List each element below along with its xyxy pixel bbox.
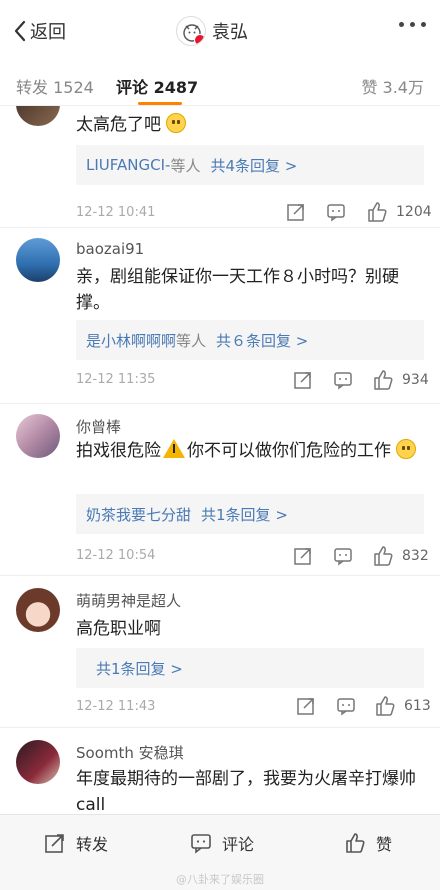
comment-item: Soomth 安稳琪 年度最期待的一部剧了，我要为火屠辛打爆帅call: [0, 728, 440, 814]
comment-item: 萌萌男神是超人 高危职业啊 共1条回复 > 12-12 11:43 613: [0, 576, 440, 728]
like-count: 934: [402, 372, 429, 388]
tab-reposts[interactable]: 转发 1524: [16, 74, 94, 98]
commenter-name[interactable]: 萌萌男神是超人: [76, 590, 181, 611]
watermark: @八卦来了娱乐圈: [0, 870, 440, 890]
reply-icon[interactable]: [336, 696, 356, 720]
commenter-avatar[interactable]: [16, 414, 60, 458]
share-icon[interactable]: [293, 546, 313, 570]
reply-summary[interactable]: 是小林啊啊啊 等人 共６条回复 >: [76, 320, 424, 360]
comment-item: 你曾棒 拍戏很危险 你不可以做你们危险的工作 奶茶我要七分甜 共1条回复 > 12-…: [0, 404, 440, 576]
reply-icon[interactable]: [333, 370, 353, 394]
more-options-icon[interactable]: [399, 22, 426, 27]
page-title: 袁弘: [212, 22, 248, 43]
tab-bar: 转发 1524 评论 2487 赞 3.4万: [0, 64, 440, 106]
comment-text: 亲，剧组能保证你一天工作８小时吗？别硬撑。: [76, 267, 399, 313]
comment-item: baozai91 亲，剧组能保证你一天工作８小时吗？别硬撑。 是小林啊啊啊 等人共…: [0, 228, 440, 404]
reply-icon[interactable]: [326, 202, 346, 226]
repost-label: 转发: [76, 835, 109, 854]
comment-text: 太高危了吧: [76, 112, 424, 138]
comment-label: 评论: [222, 835, 255, 854]
comment-icon: [191, 834, 211, 854]
commenter-name[interactable]: baozai91: [76, 240, 144, 258]
reply-summary[interactable]: 共1条回复 >: [76, 648, 424, 688]
profile-title[interactable]: 袁弘: [176, 16, 248, 46]
like-count: 832: [402, 548, 429, 564]
comment-time: 12-12 10:54: [76, 548, 156, 563]
share-icon[interactable]: [296, 696, 316, 720]
like-button[interactable]: 934: [372, 369, 429, 391]
like-label: 赞: [376, 835, 393, 854]
like-button[interactable]: 1204: [366, 201, 432, 223]
commenter-name[interactable]: 你曾棒: [76, 416, 121, 437]
commenter-avatar[interactable]: [16, 588, 60, 632]
repost-icon: [45, 834, 64, 853]
like-button[interactable]: 613: [374, 695, 431, 717]
top-nav-bar: 返回 袁弘: [0, 0, 440, 64]
back-label: 返回: [30, 22, 66, 43]
thumbs-up-icon: [376, 696, 395, 716]
emoji-icon: [396, 439, 417, 459]
commenter-avatar[interactable]: [16, 238, 60, 282]
like-button[interactable]: 832: [372, 545, 429, 567]
share-icon[interactable]: [286, 202, 306, 226]
bottom-action-bar: 转发 评论 赞: [0, 814, 440, 870]
thumbs-up-icon: [374, 370, 393, 390]
reply-summary[interactable]: LIUFANGCI- 等人 共4条回复 >: [76, 145, 424, 185]
comment-time: 12-12 11:35: [76, 372, 156, 387]
comment-text: 年度最期待的一部剧了，我要为火屠辛打爆帅call: [76, 769, 416, 814]
commenter-avatar[interactable]: [16, 106, 60, 126]
thumbs-up-icon: [374, 546, 393, 566]
commenter-name[interactable]: Soomth 安稳琪: [76, 742, 184, 763]
comment-button[interactable]: 评论: [190, 831, 254, 855]
chevron-left-icon: [14, 20, 26, 42]
comment-list[interactable]: 太高危了吧 LIUFANGCI- 等人 共4条回复 > 12-12 10:41 12…: [0, 106, 440, 814]
reply-icon[interactable]: [333, 546, 353, 570]
author-avatar: [176, 16, 206, 46]
thumbs-up-icon: [368, 202, 387, 222]
comment-item: 太高危了吧 LIUFANGCI- 等人 共4条回复 > 12-12 10:41 12…: [0, 106, 440, 228]
back-button[interactable]: 返回: [12, 18, 66, 44]
like-count: 613: [404, 698, 431, 714]
repost-button[interactable]: 转发: [44, 831, 108, 855]
verified-badge-icon: [194, 34, 205, 45]
comment-text: 拍戏很危险 你不可以做你们危险的工作: [76, 438, 424, 464]
comment-text: 高危职业啊: [76, 619, 161, 639]
comment-time: 12-12 10:41: [76, 205, 156, 220]
like-count: 1204: [396, 204, 432, 220]
emoji-icon: [166, 113, 187, 133]
tab-likes[interactable]: 赞 3.4万: [361, 74, 424, 98]
comment-time: 12-12 11:43: [76, 699, 156, 714]
warning-icon: [163, 439, 185, 458]
reply-summary[interactable]: 奶茶我要七分甜 共1条回复 >: [76, 494, 424, 534]
active-tab-indicator: [138, 102, 182, 105]
thumbs-up-icon: [346, 833, 365, 853]
share-icon[interactable]: [293, 370, 313, 394]
like-post-button[interactable]: 赞: [344, 831, 392, 855]
commenter-avatar[interactable]: [16, 740, 60, 784]
tab-comments[interactable]: 评论 2487: [116, 74, 198, 98]
